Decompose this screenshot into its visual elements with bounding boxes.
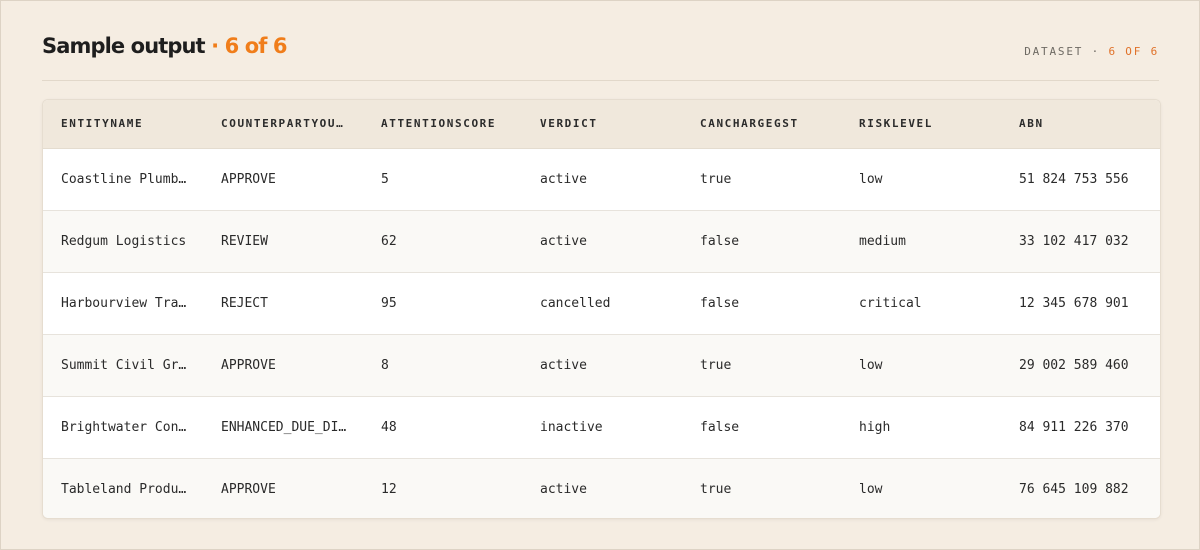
column-header-canchargegst[interactable]: CANCHARGEGST	[682, 100, 841, 149]
page-frame: Sample output · 6 of 6 DATASET · 6 OF 6 …	[0, 0, 1200, 550]
cell-verdict: active	[522, 148, 682, 211]
cell-attentionscore: 12	[363, 458, 522, 518]
cell-entityname: Harbourview Traders	[43, 272, 203, 335]
cell-attentionscore: 5	[363, 148, 522, 211]
cell-abn: 51 824 753 556	[1001, 148, 1160, 211]
table-row: Summit Civil Group APPROVE 8 active true…	[43, 334, 1160, 397]
cell-abn: 76 645 109 882	[1001, 458, 1160, 518]
cell-risklevel: low	[841, 148, 1001, 211]
cell-canchargegst: false	[682, 210, 841, 273]
cell-risklevel: low	[841, 458, 1001, 518]
cell-entityname: Brightwater Consulting	[43, 396, 203, 459]
table-row: Brightwater Consulting ENHANCED_DUE_DILI…	[43, 396, 1160, 459]
cell-entityname: Redgum Logistics	[43, 210, 203, 273]
output-table: ENTITYNAME COUNTERPARTYOUTCOME ATTENTION…	[43, 100, 1160, 518]
column-header-counterpartyoutcome[interactable]: COUNTERPARTYOUTCOME	[203, 100, 363, 149]
cell-verdict: cancelled	[522, 272, 682, 335]
cell-attentionscore: 62	[363, 210, 522, 273]
cell-verdict: active	[522, 334, 682, 397]
cell-canchargegst: true	[682, 334, 841, 397]
dataset-count: 6 OF 6	[1108, 45, 1159, 58]
cell-counterpartyoutcome: REJECT	[203, 272, 363, 335]
cell-risklevel: critical	[841, 272, 1001, 335]
cell-entityname: Coastline Plumbing	[43, 148, 203, 211]
column-header-abn[interactable]: ABN	[1001, 100, 1160, 149]
cell-risklevel: medium	[841, 210, 1001, 273]
cell-entityname: Summit Civil Group	[43, 334, 203, 397]
cell-risklevel: low	[841, 334, 1001, 397]
cell-abn: 84 911 226 370	[1001, 396, 1160, 459]
cell-abn: 33 102 417 032	[1001, 210, 1160, 273]
cell-verdict: active	[522, 458, 682, 518]
cell-attentionscore: 48	[363, 396, 522, 459]
column-header-entityname[interactable]: ENTITYNAME	[43, 100, 203, 149]
page-header: Sample output · 6 of 6 DATASET · 6 OF 6	[42, 32, 1159, 81]
title-text: Sample output	[42, 34, 206, 58]
cell-canchargegst: true	[682, 458, 841, 518]
cell-canchargegst: false	[682, 272, 841, 335]
table-row: Coastline Plumbing APPROVE 5 active true…	[43, 148, 1160, 211]
cell-abn: 12 345 678 901	[1001, 272, 1160, 335]
cell-risklevel: high	[841, 396, 1001, 459]
title-count: 6 of 6	[224, 34, 288, 58]
column-header-verdict[interactable]: VERDICT	[522, 100, 682, 149]
cell-attentionscore: 8	[363, 334, 522, 397]
cell-counterpartyoutcome: APPROVE	[203, 148, 363, 211]
cell-counterpartyoutcome: APPROVE	[203, 334, 363, 397]
cell-attentionscore: 95	[363, 272, 522, 335]
cell-counterpartyoutcome: APPROVE	[203, 458, 363, 518]
cell-counterpartyoutcome: REVIEW	[203, 210, 363, 273]
output-table-card: ENTITYNAME COUNTERPARTYOUTCOME ATTENTION…	[42, 99, 1161, 519]
dataset-indicator: DATASET · 6 OF 6	[1024, 45, 1159, 58]
column-header-attentionscore[interactable]: ATTENTIONSCORE	[363, 100, 522, 149]
table-row: Tableland Produce APPROVE 12 active true…	[43, 458, 1160, 518]
cell-canchargegst: false	[682, 396, 841, 459]
cell-canchargegst: true	[682, 148, 841, 211]
page-title: Sample output · 6 of 6	[42, 34, 288, 58]
cell-verdict: inactive	[522, 396, 682, 459]
dataset-label: DATASET ·	[1024, 45, 1101, 58]
table-header-row: ENTITYNAME COUNTERPARTYOUTCOME ATTENTION…	[43, 100, 1160, 149]
table-row: Redgum Logistics REVIEW 62 active false …	[43, 210, 1160, 273]
cell-entityname: Tableland Produce	[43, 458, 203, 518]
cell-abn: 29 002 589 460	[1001, 334, 1160, 397]
cell-counterpartyoutcome: ENHANCED_DUE_DILIGENCE	[203, 396, 363, 459]
cell-verdict: active	[522, 210, 682, 273]
title-separator: ·	[211, 34, 219, 58]
column-header-risklevel[interactable]: RISKLEVEL	[841, 100, 1001, 149]
table-row: Harbourview Traders REJECT 95 cancelled …	[43, 272, 1160, 335]
